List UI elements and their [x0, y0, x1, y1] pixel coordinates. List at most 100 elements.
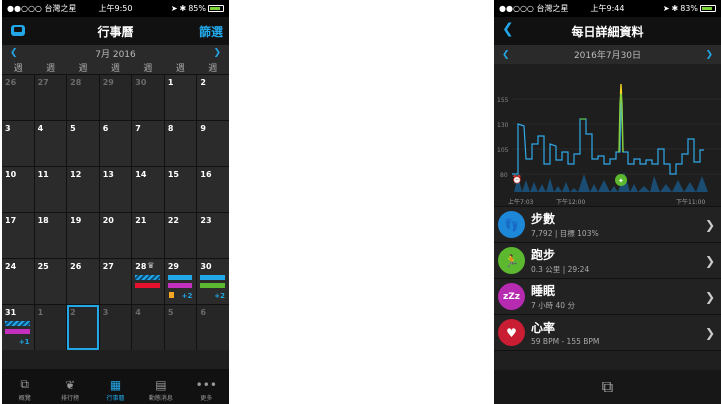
weekday-header: 週 週 週 週 週 週 週: [2, 61, 229, 75]
day-cell[interactable]: 5: [164, 305, 197, 350]
day-cell[interactable]: 14: [132, 167, 164, 212]
day-cell[interactable]: 20: [99, 213, 132, 258]
tab-more[interactable]: ••• 更多: [184, 369, 229, 404]
y-tick: 105: [497, 147, 509, 154]
weekday-label: 週: [13, 64, 23, 74]
day-cell[interactable]: 29: [99, 75, 132, 120]
weekday-label: 週: [78, 64, 88, 74]
item-title: 步數: [531, 212, 556, 226]
bottom-bar: ⧉: [494, 370, 721, 404]
day-cell[interactable]: 6: [197, 305, 229, 350]
item-title: 跑步: [531, 248, 556, 262]
filter-button[interactable]: 篩選: [199, 23, 223, 40]
day-cell[interactable]: 8: [164, 121, 197, 166]
day-cell-selected[interactable]: 2: [67, 305, 99, 350]
day-cell[interactable]: 27: [34, 75, 67, 120]
item-title: 睡眠: [531, 284, 556, 298]
day-cell[interactable]: 16: [197, 167, 229, 212]
day-cell[interactable]: 27: [99, 259, 132, 304]
day-cell[interactable]: 6: [99, 121, 132, 166]
day-cell[interactable]: 15: [164, 167, 197, 212]
day-cell[interactable]: 3: [2, 121, 34, 166]
activity-bar: [5, 329, 30, 334]
calendar-screen: ●●○○○ 台灣之星 上午9:50 ➤ ✱ 85% 行事曆 篩選 ❮ 7月 20…: [2, 0, 229, 404]
step-bars: [514, 172, 708, 192]
day-cell[interactable]: 10: [2, 167, 34, 212]
day-cell[interactable]: 12: [67, 167, 99, 212]
overview-icon: ⧉: [20, 377, 29, 391]
next-month-icon[interactable]: ❯: [213, 48, 221, 58]
heart-rate-line: [512, 93, 704, 175]
activity-bar: [135, 275, 160, 280]
day-cell[interactable]: 5: [67, 121, 99, 166]
day-cell-29[interactable]: 29 +2: [164, 259, 197, 304]
day-cell[interactable]: 1: [164, 75, 197, 120]
more-count: +2: [214, 292, 225, 300]
day-cell[interactable]: 11: [34, 167, 67, 212]
chevron-right-icon: ❯: [704, 253, 715, 268]
day-cell[interactable]: 3: [99, 305, 132, 350]
prev-month-icon[interactable]: ❮: [10, 48, 18, 58]
status-bar: ●●○○○ 台灣之星 上午9:44 ➤ ✱ 83%: [494, 0, 721, 17]
heart-rate-row[interactable]: ♥ 心率 59 BPM - 155 BPM ❯: [494, 315, 721, 351]
day-cell[interactable]: 26: [67, 259, 99, 304]
item-subtitle: 7,792 | 目標 103%: [531, 229, 599, 238]
day-cell-30[interactable]: 30 +2: [197, 259, 229, 304]
day-cell[interactable]: 1: [34, 305, 67, 350]
prev-day-icon[interactable]: ❮: [502, 50, 510, 60]
day-cell-31[interactable]: 31 +1: [2, 305, 34, 350]
tab-label: 概覽: [18, 395, 31, 402]
day-number: 29: [167, 262, 179, 271]
day-cell[interactable]: 7: [132, 121, 164, 166]
day-cell[interactable]: 17: [2, 213, 34, 258]
day-cell[interactable]: 24: [2, 259, 34, 304]
chart-svg: 155 130 105 80 ✦ ⏰ 上午7:03 下午12:00 下午11:0…: [497, 83, 721, 206]
activity-bar: [135, 283, 160, 288]
day-cell[interactable]: 22: [164, 213, 197, 258]
peak-line-top: [619, 83, 623, 95]
leaderboard-icon: ❦: [65, 378, 76, 392]
tab-label: 行事曆: [106, 395, 125, 402]
day-number: 30: [200, 262, 212, 271]
day-cell[interactable]: 13: [99, 167, 132, 212]
page-title: 每日詳細資料: [571, 24, 644, 39]
item-title: 心率: [531, 321, 556, 335]
month-label: 7月 2016: [95, 49, 136, 60]
day-cell[interactable]: 30: [132, 75, 164, 120]
item-subtitle: 59 BPM - 155 BPM: [531, 337, 600, 346]
tab-news[interactable]: ▤ 動態消息: [138, 369, 183, 404]
day-cell[interactable]: 9: [197, 121, 229, 166]
day-cell[interactable]: 2: [197, 75, 229, 120]
day-cell[interactable]: 18: [34, 213, 67, 258]
day-cell[interactable]: 23: [197, 213, 229, 258]
status-time: 上午9:50: [98, 4, 133, 13]
date-label: 2016年7月30日: [573, 51, 642, 61]
alarm-icon: ⏰: [512, 174, 522, 184]
tab-overview[interactable]: ⧉ 概覽: [2, 369, 47, 404]
running-row[interactable]: 🏃 跑步 0.3 公里 | 29:24 ❯: [494, 243, 721, 279]
day-cell[interactable]: 4: [132, 305, 164, 350]
back-icon[interactable]: ❮: [502, 21, 514, 37]
tab-leaderboard[interactable]: ❦ 排行榜: [47, 369, 92, 404]
run-marker-icon: ✦: [618, 177, 624, 185]
sleep-row[interactable]: zZz 睡眠 7 小時 40 分 ❯: [494, 279, 721, 315]
activity-bar: [167, 283, 193, 288]
day-cell[interactable]: 19: [67, 213, 99, 258]
tab-calendar[interactable]: ▦ 行事曆: [93, 369, 138, 404]
day-cell[interactable]: 4: [34, 121, 67, 166]
copy-icon[interactable]: ⧉: [602, 377, 613, 397]
next-day-icon[interactable]: ❯: [705, 50, 713, 60]
month-bar: ❮ 7月 2016 ❯: [2, 45, 229, 61]
page-title: 行事曆: [97, 24, 134, 39]
day-cell[interactable]: 26: [2, 75, 34, 120]
day-cell[interactable]: 28: [67, 75, 99, 120]
day-cell[interactable]: 25: [34, 259, 67, 304]
daily-details-screen: ●●○○○ 台灣之星 上午9:44 ➤ ✱ 83% ❮ 每日詳細資料 ❮ 201…: [494, 0, 721, 404]
day-cell-28[interactable]: 28 ♛: [132, 259, 164, 304]
device-icon[interactable]: [10, 22, 26, 41]
day-cell[interactable]: 21: [132, 213, 164, 258]
weekday-label: 週: [143, 64, 153, 74]
steps-row[interactable]: 👣 步數 7,792 | 目標 103% ❯: [494, 207, 721, 243]
heart-icon: ♥: [498, 319, 525, 346]
footsteps-icon: 👣: [498, 211, 525, 238]
